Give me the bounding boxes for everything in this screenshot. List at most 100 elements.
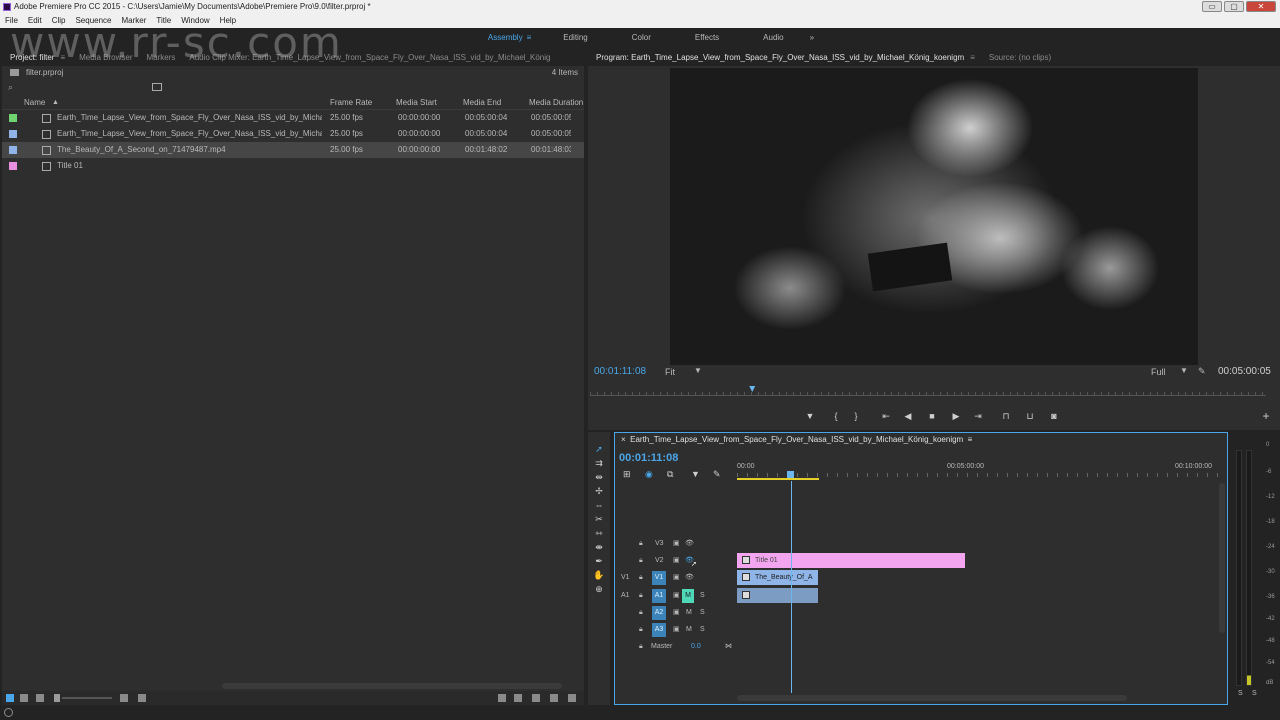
mute-button[interactable]: M bbox=[686, 605, 692, 621]
sync-lock-icon[interactable]: ▣ bbox=[673, 605, 680, 621]
track-label[interactable]: V2 bbox=[655, 553, 664, 569]
video-clip[interactable]: The_Beauty_Of_A bbox=[737, 570, 818, 585]
wrench-icon[interactable]: ✎ bbox=[713, 469, 721, 480]
list-item[interactable]: Title 01 bbox=[2, 158, 584, 174]
sync-lock-icon[interactable]: ▣ bbox=[673, 536, 680, 552]
panel-menu-icon[interactable]: ≡ bbox=[970, 53, 975, 62]
track-select-tool-icon[interactable]: ⇉ bbox=[593, 458, 605, 469]
new-item-icon[interactable] bbox=[550, 694, 558, 702]
workspace-color[interactable]: Color bbox=[610, 33, 673, 42]
go-to-end-icon[interactable]: ⋈ bbox=[725, 639, 732, 655]
automate-to-sequence-icon[interactable] bbox=[498, 694, 506, 702]
zoom-slider-knob[interactable] bbox=[54, 694, 60, 702]
linked-selection-icon[interactable]: ⧉ bbox=[667, 469, 673, 480]
lift-icon[interactable]: ⊓ bbox=[1000, 411, 1012, 422]
workspace-audio[interactable]: Audio bbox=[741, 33, 805, 42]
slip-tool-icon[interactable]: ⇿ bbox=[593, 528, 605, 539]
track-target-a1[interactable]: A1 bbox=[652, 589, 666, 603]
mark-in-icon[interactable]: { bbox=[830, 411, 842, 422]
workspace-assembly[interactable]: Assembly bbox=[466, 33, 545, 42]
eye-icon[interactable]: 👁︎ bbox=[685, 570, 694, 586]
step-forward-icon[interactable]: ▶ bbox=[950, 411, 962, 422]
list-item[interactable]: The_Beauty_Of_A_Second_on_71479487.mp4 2… bbox=[2, 142, 584, 158]
minimize-button[interactable]: ▭ bbox=[1202, 1, 1222, 12]
zoom-tool-icon[interactable]: ⊕ bbox=[593, 584, 605, 595]
tab-source[interactable]: Source: (no clips) bbox=[989, 53, 1051, 62]
mute-button[interactable]: M bbox=[682, 589, 694, 603]
label-color-swatch[interactable] bbox=[9, 146, 17, 154]
track-label[interactable]: V3 bbox=[655, 536, 664, 552]
pen-tool-icon[interactable]: ✒ bbox=[593, 556, 605, 567]
col-frame-rate[interactable]: Frame Rate bbox=[330, 96, 372, 110]
rate-stretch-tool-icon[interactable]: ⇔ bbox=[593, 500, 605, 511]
icon-view-icon[interactable] bbox=[20, 694, 28, 702]
mark-out-icon[interactable]: } bbox=[850, 411, 862, 422]
wrench-icon[interactable]: ✎ bbox=[1198, 366, 1206, 377]
snap-icon[interactable]: ◉ bbox=[645, 469, 653, 480]
program-video-frame[interactable] bbox=[670, 68, 1198, 365]
label-color-swatch[interactable] bbox=[9, 130, 17, 138]
go-to-out-icon[interactable]: ⇥ bbox=[972, 411, 984, 422]
stop-icon[interactable]: ■ bbox=[926, 411, 938, 422]
zoom-slider[interactable] bbox=[62, 697, 112, 699]
solo-button[interactable]: S bbox=[700, 622, 705, 638]
col-media-start[interactable]: Media Start bbox=[396, 96, 437, 110]
track-target-a2[interactable]: A2 bbox=[652, 606, 666, 620]
lock-icon[interactable]: 🔒︎ bbox=[639, 588, 643, 604]
program-playhead[interactable] bbox=[749, 386, 756, 392]
freeform-view-icon[interactable] bbox=[36, 694, 44, 702]
solo-button[interactable]: S bbox=[700, 588, 705, 604]
sync-lock-icon[interactable]: ▣ bbox=[673, 553, 680, 569]
search-row[interactable]: ⌕ bbox=[2, 80, 584, 96]
slide-tool-icon[interactable]: ⇼ bbox=[593, 542, 605, 553]
eye-icon[interactable]: 👁︎ bbox=[685, 536, 694, 552]
workspace-more-button[interactable]: » bbox=[810, 33, 814, 42]
search-icon[interactable]: ⌕ bbox=[8, 82, 13, 93]
maximize-button[interactable]: ▢ bbox=[1224, 1, 1244, 12]
playhead-timecode[interactable]: 00:01:11:08 bbox=[594, 366, 646, 377]
lock-icon[interactable]: 🔒︎ bbox=[639, 536, 643, 552]
quality-select[interactable]: Full bbox=[1151, 367, 1166, 377]
new-search-bin-icon[interactable] bbox=[152, 83, 162, 91]
solo-right-button[interactable]: S bbox=[1252, 690, 1257, 697]
tab-program[interactable]: Program: Earth_Time_Lapse_View_from_Spac… bbox=[596, 53, 964, 62]
program-time-ruler[interactable] bbox=[590, 386, 1266, 396]
sync-lock-icon[interactable]: ▣ bbox=[673, 570, 680, 586]
mute-button[interactable]: M bbox=[686, 622, 692, 638]
audio-clip[interactable] bbox=[737, 588, 818, 603]
sequence-timecode[interactable]: 00:01:11:08 bbox=[619, 452, 678, 464]
sort-ascending-icon[interactable]: ▲ bbox=[52, 96, 59, 110]
master-volume-value[interactable]: 0.0 bbox=[691, 639, 701, 655]
col-media-duration[interactable]: Media Duration bbox=[529, 96, 583, 110]
workspace-effects[interactable]: Effects bbox=[673, 33, 741, 42]
lock-icon[interactable]: 🔒︎ bbox=[639, 622, 643, 638]
lock-icon[interactable]: 🔒︎ bbox=[639, 553, 643, 569]
title-clip[interactable]: Title 01 bbox=[737, 553, 965, 568]
list-item[interactable]: Earth_Time_Lapse_View_from_Space_Fly_Ove… bbox=[2, 126, 584, 142]
timeline-ruler[interactable]: 00:00 00:05:00:00 00:10:00:00 bbox=[737, 459, 1221, 481]
workspace-menu-icon[interactable]: ≡ bbox=[527, 33, 532, 42]
zoom-select[interactable]: Fit bbox=[665, 367, 675, 377]
lock-icon[interactable]: 🔒︎ bbox=[639, 605, 643, 621]
col-media-end[interactable]: Media End bbox=[463, 96, 501, 110]
add-button-icon[interactable]: + bbox=[1260, 410, 1272, 422]
go-to-in-icon[interactable]: ⇤ bbox=[880, 411, 892, 422]
label-color-swatch[interactable] bbox=[9, 114, 17, 122]
lock-icon[interactable]: 🔒︎ bbox=[639, 570, 643, 586]
horizontal-scrollbar[interactable] bbox=[222, 683, 562, 689]
label-color-swatch[interactable] bbox=[9, 162, 17, 170]
sort-order-icon[interactable] bbox=[138, 694, 146, 702]
step-back-icon[interactable]: ◀ bbox=[902, 411, 914, 422]
sync-lock-icon[interactable]: ▣ bbox=[673, 622, 680, 638]
razor-tool-icon[interactable]: ✂ bbox=[593, 514, 605, 525]
list-view-icon[interactable] bbox=[6, 694, 14, 702]
tab-sequence[interactable]: × Earth_Time_Lapse_View_from_Space_Fly_O… bbox=[621, 435, 972, 444]
find-icon[interactable] bbox=[514, 694, 522, 702]
source-patch-label[interactable]: A1 bbox=[621, 588, 630, 604]
clear-icon[interactable] bbox=[568, 694, 576, 702]
track-target-a3[interactable]: A3 bbox=[652, 623, 666, 637]
timeline-playhead-handle[interactable] bbox=[787, 471, 794, 478]
add-marker-icon[interactable]: ▼ bbox=[804, 411, 816, 422]
ripple-edit-tool-icon[interactable]: ⇹ bbox=[593, 472, 605, 483]
hand-tool-icon[interactable]: ✋ bbox=[593, 570, 605, 581]
